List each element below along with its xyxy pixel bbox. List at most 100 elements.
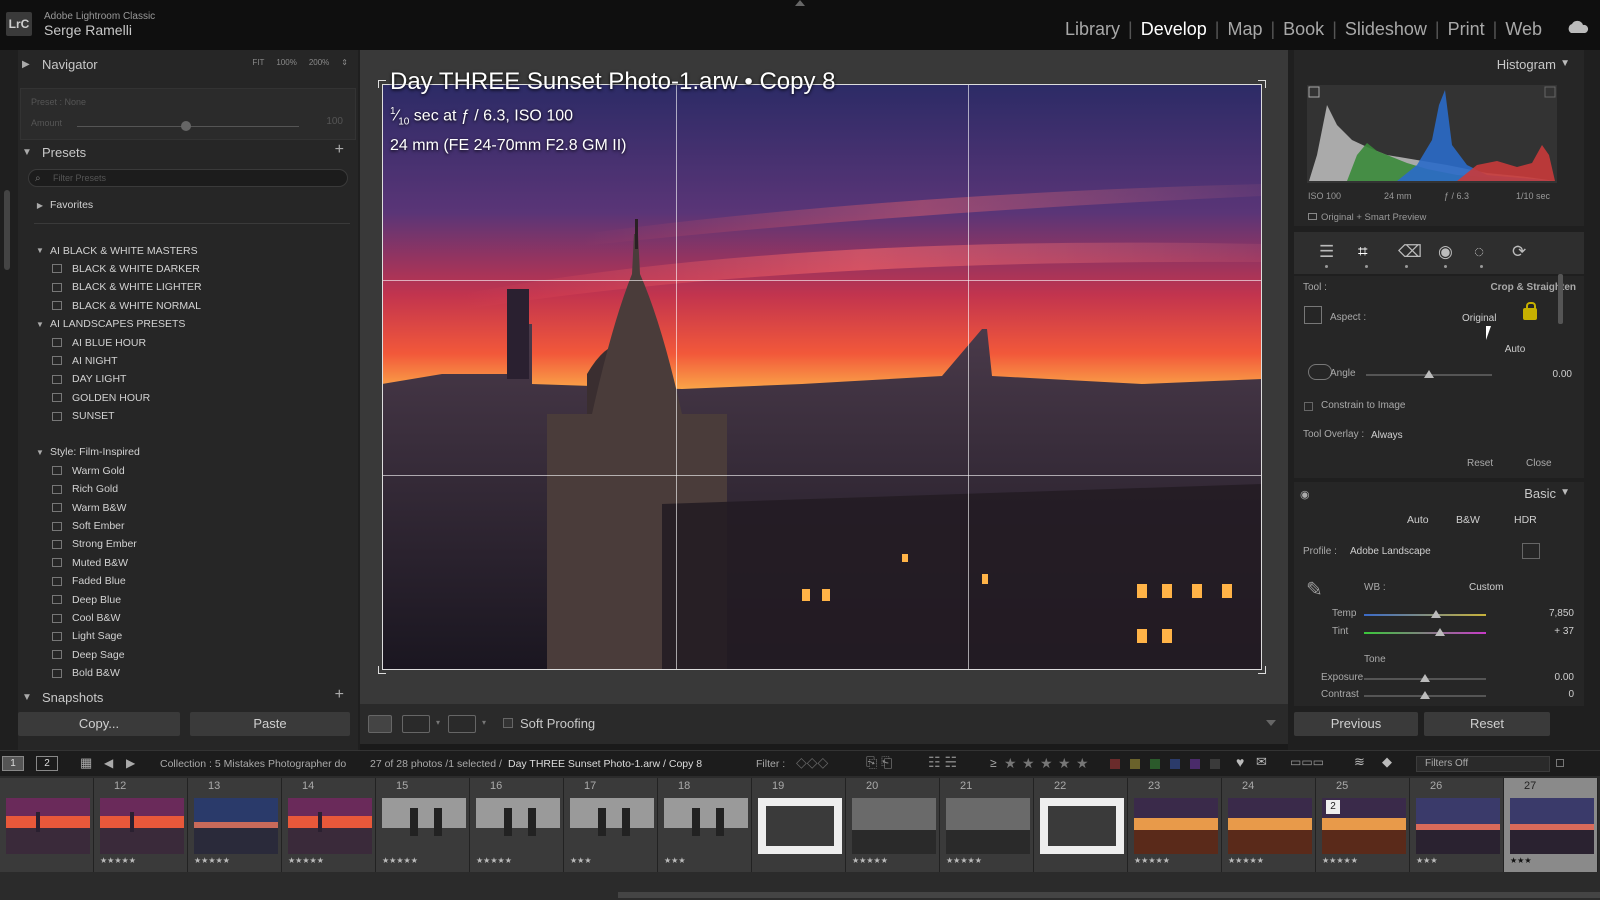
filmstrip-cell[interactable]: 12 ★★★★★ [94, 778, 188, 872]
filter-preset-dropdown[interactable]: Filters Off [1416, 756, 1550, 772]
filmstrip-cell[interactable]: 17 ★★★ [564, 778, 658, 872]
auto-straighten-button[interactable]: Auto [1498, 342, 1532, 358]
previous-button[interactable]: Previous [1294, 712, 1418, 736]
preset-item[interactable]: Soft Ember [30, 517, 350, 535]
rating-gte[interactable]: ≥ [990, 756, 997, 770]
stack-icon[interactable]: ≋ [1354, 754, 1365, 770]
module-web[interactable]: Web [1497, 19, 1550, 40]
filmstrip-thumbnail[interactable] [382, 798, 466, 854]
color-label-purple[interactable] [1190, 759, 1200, 769]
constrain-checkbox[interactable] [1304, 402, 1313, 411]
reset-button[interactable]: Reset [1424, 712, 1550, 736]
collapse-triangle-icon[interactable]: ▼ [1560, 487, 1570, 498]
filmstrip-cell[interactable]: 23 ★★★★★ [1128, 778, 1222, 872]
grid-view-icon[interactable]: ▦ [80, 755, 92, 771]
zoom-200[interactable]: 200% [309, 58, 329, 67]
filmstrip-thumbnail[interactable] [1416, 798, 1500, 854]
copy-settings-button[interactable]: Copy... [18, 712, 180, 736]
module-slideshow[interactable]: Slideshow [1337, 19, 1435, 40]
filmstrip-thumbnail[interactable] [1228, 798, 1312, 854]
left-panel-scrollbar[interactable] [4, 190, 10, 270]
filmstrip-cell[interactable]: 16 ★★★★★ [470, 778, 564, 872]
filter-switch-icon[interactable] [1556, 759, 1564, 767]
filmstrip-thumbnail[interactable] [194, 798, 278, 854]
color-label-yellow[interactable] [1130, 759, 1140, 769]
aspect-value[interactable]: Original [1462, 313, 1496, 324]
color-label-green[interactable] [1150, 759, 1160, 769]
back-arrow-icon[interactable]: ◀ [104, 756, 113, 770]
filmstrip-cell[interactable]: 24 ★★★★★ [1222, 778, 1316, 872]
secondary-screen-button[interactable]: 2 [36, 756, 58, 771]
angle-slider-knob[interactable] [1424, 370, 1434, 378]
filmstrip-cell[interactable]: 15 ★★★★★ [376, 778, 470, 872]
wb-eyedropper-icon[interactable]: ✎ [1306, 577, 1323, 602]
loupe-view-icon[interactable] [368, 715, 392, 733]
filmstrip-thumbnail[interactable] [288, 798, 372, 854]
masking-icon[interactable]: ◌ [1474, 242, 1484, 262]
collection-source[interactable]: Collection : 5 Mistakes Photographer do [160, 758, 346, 770]
filmstrip-cell[interactable]: 22 [1034, 778, 1128, 872]
preset-group[interactable]: ▶ Favorites [30, 196, 350, 214]
preset-item[interactable]: Deep Blue [30, 590, 350, 608]
filmstrip-cell[interactable]: 20 ★★★★★ [846, 778, 940, 872]
rating-star-icon[interactable]: ★ [1058, 755, 1071, 772]
filmstrip-thumbnail[interactable] [476, 798, 560, 854]
filmstrip-thumbnail[interactable] [852, 798, 936, 854]
preset-group[interactable]: ▼ AI BLACK & WHITE MASTERS [30, 241, 350, 259]
crop-reset-button[interactable]: Reset [1467, 458, 1493, 469]
wb-value[interactable]: Custom [1469, 582, 1503, 593]
profile-value[interactable]: Adobe Landscape [1350, 546, 1431, 557]
temp-slider-track[interactable] [1364, 610, 1486, 618]
preset-item[interactable]: AI BLUE HOUR [30, 333, 350, 351]
filter-lock-icon[interactable]: ◆ [1382, 754, 1392, 770]
healing-eraser-icon[interactable]: ⌫ [1398, 242, 1422, 262]
visibility-eye-icon[interactable]: ◉ [1300, 488, 1310, 501]
collapse-triangle-icon[interactable]: ▼ [1560, 58, 1570, 69]
navigator-header[interactable]: ▶ Navigator FIT 100% 200% ⇕ [18, 51, 358, 77]
disclosure-triangle-icon[interactable]: ▼ [30, 448, 50, 457]
straighten-level-icon[interactable] [1308, 364, 1332, 380]
filmstrip-cell[interactable]: 13 ★★★★★ [188, 778, 282, 872]
exposure-slider-track[interactable] [1364, 674, 1486, 682]
exposure-slider-knob[interactable] [1420, 674, 1430, 682]
contrast-slider-knob[interactable] [1420, 691, 1430, 699]
snapshots-header[interactable]: ▼ Snapshots + [18, 684, 358, 710]
preset-item[interactable]: BLACK & WHITE NORMAL [30, 297, 350, 315]
basic-bw-button[interactable]: B&W [1456, 514, 1480, 526]
crop-close-button[interactable]: Close [1526, 458, 1552, 469]
module-map[interactable]: Map [1219, 19, 1270, 40]
histogram-graph[interactable] [1307, 85, 1557, 183]
color-label-none[interactable] [1210, 759, 1220, 769]
profile-browser-grid-icon[interactable] [1522, 543, 1540, 559]
preset-item[interactable]: DAY LIGHT [30, 370, 350, 388]
toolbar-content-dropdown-icon[interactable] [1266, 720, 1276, 726]
preset-item[interactable]: Faded Blue [30, 572, 350, 590]
rating-star-icon[interactable]: ★ [1040, 755, 1053, 772]
tint-slider-track[interactable] [1364, 628, 1486, 636]
filmstrip-thumbnail[interactable] [946, 798, 1030, 854]
crop-tool-icon[interactable]: ⌗ [1358, 242, 1368, 262]
filmstrip-cell[interactable]: 14 ★★★★★ [282, 778, 376, 872]
paste-settings-button[interactable]: Paste [190, 712, 350, 736]
rating-star-icon[interactable]: ★ [1076, 755, 1089, 772]
before-after-yy-icon[interactable] [448, 715, 476, 733]
zoom-100[interactable]: 100% [276, 58, 296, 67]
preset-item[interactable]: SUNSET [30, 407, 350, 425]
edit-sliders-icon[interactable]: ☰ [1319, 242, 1334, 262]
preset-item[interactable]: BLACK & WHITE DARKER [30, 260, 350, 278]
angle-slider-track[interactable] [1366, 370, 1492, 378]
filmstrip-thumbnail[interactable] [570, 798, 654, 854]
preset-item[interactable]: Bold B&W [30, 664, 350, 682]
reset-cycle-icon[interactable]: ⟳ [1512, 242, 1526, 262]
amount-slider-knob[interactable] [181, 121, 191, 131]
preset-group[interactable]: ▼ Style: Film-Inspired [30, 443, 350, 461]
kind-filter-icon[interactable]: ▭▭▭ [1290, 755, 1324, 769]
preset-item[interactable]: GOLDEN HOUR [30, 389, 350, 407]
filmstrip-thumbnail[interactable] [100, 798, 184, 854]
basic-hdr-button[interactable]: HDR [1514, 514, 1537, 526]
current-photo-name[interactable]: Day THREE Sunset Photo-1.arw / Copy 8 [508, 758, 702, 770]
rating-star-icon[interactable]: ★ [1022, 755, 1035, 772]
zoom-stepper-icon[interactable]: ⇕ [341, 58, 348, 67]
preset-item[interactable]: Deep Sage [30, 646, 350, 664]
filmstrip-cell[interactable]: 19 [752, 778, 846, 872]
